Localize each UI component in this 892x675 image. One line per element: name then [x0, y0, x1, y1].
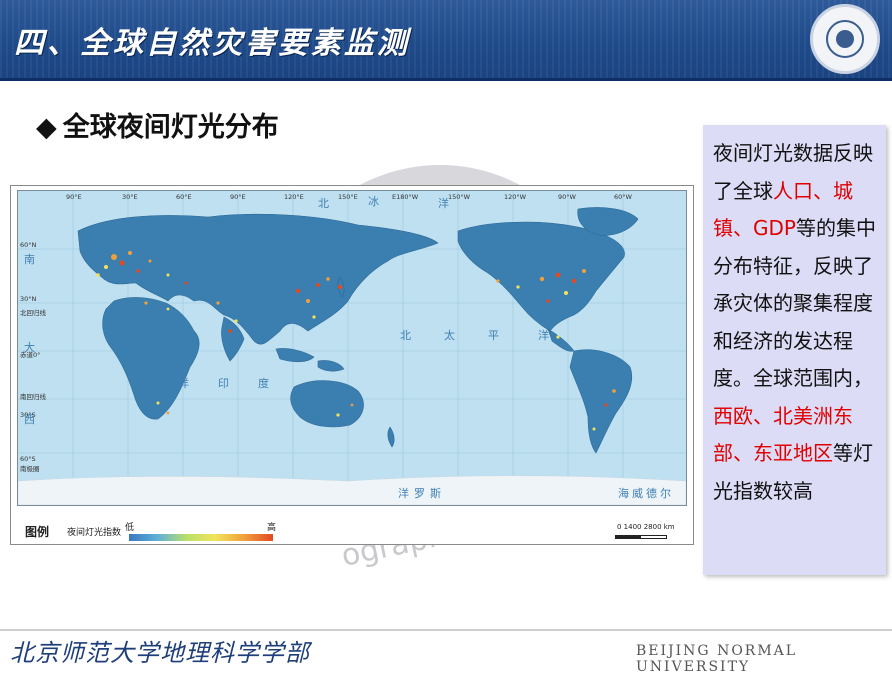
desc-seg-3-highlight: 西欧、北美洲东部、东亚地区 [713, 403, 853, 466]
description-textbox: 夜间灯光数据反映了全球人口、城镇、GDP等的集中分布特征，反映了承灾体的聚集程度… [703, 125, 886, 575]
top-tick-7: 150°W [448, 193, 471, 201]
ocean-label-weddell-1: 海 [618, 486, 629, 500]
legend-color-ramp [129, 534, 273, 541]
ocean-label-arctic-1: 北 [318, 197, 329, 210]
ocean-label-indian-2: 印 [218, 377, 229, 390]
left-tick-4: 南回归线 [20, 392, 47, 401]
ocean-label-pacific-3: 平 [488, 329, 499, 342]
top-tick-3: 90°E [230, 193, 246, 201]
left-tick-1: 30°N [20, 295, 37, 303]
left-tick-0: 60°N [20, 241, 37, 249]
ocean-label-arctic-2: 冰 [368, 195, 379, 208]
scale-bar [615, 535, 667, 539]
ocean-label-pacific-1: 北 [400, 329, 411, 342]
legend-high-label: 高 [267, 523, 277, 533]
footer-faculty-name: 北京师范大学地理科学学部 [10, 639, 310, 667]
top-tick-4: 120°E [284, 193, 304, 201]
ocean-label-indian-1: 洋 [178, 376, 189, 390]
ocean-label-indian-3: 度 [258, 376, 269, 390]
top-tick-2: 60°E [176, 193, 192, 201]
legend-name: 夜间灯光指数 [67, 528, 122, 538]
footer-divider [0, 629, 892, 631]
left-tick-7: 南极圈 [20, 464, 40, 473]
top-tick-6: E180°W [392, 193, 419, 201]
seal-core [836, 30, 854, 48]
top-tick-0: 90°E [66, 193, 82, 201]
ocean-label-atlantic-1: 南 [24, 253, 35, 266]
ocean-label-weddell-2: 威 [632, 487, 643, 500]
ocean-label-pacific-4: 洋 [538, 328, 549, 342]
legend-low-label: 低 [125, 523, 135, 533]
ocean-label-ross-1: 洋 [398, 486, 409, 500]
legend-title: 图例 [25, 525, 50, 539]
map-canvas: 北 冰 洋 北 太 平 洋 南 大 西 洋 印 度 洋 罗 斯 海 威 德 尔 [17, 190, 687, 506]
scale-bar-label: 0 1400 2800 km [617, 523, 675, 531]
subtitle-text: 全球夜间灯光分布 [62, 112, 279, 143]
left-tick-5: 30°S [20, 411, 36, 419]
seal-inner-ring [826, 20, 864, 58]
left-tick-6: 60°S [20, 455, 36, 463]
diamond-bullet-icon: ◆ [36, 112, 57, 143]
ocean-label-weddell-4: 尔 [660, 487, 671, 500]
left-tick-3: 赤道0° [20, 350, 40, 359]
ocean-label-weddell-3: 德 [646, 486, 657, 500]
world-night-light-map: 北 冰 洋 北 太 平 洋 南 大 西 洋 印 度 洋 罗 斯 海 威 德 尔 [10, 185, 694, 545]
desc-seg-2: 等的集中分布特征，反映了承灾体的聚集程度和经济的发达程度。全球范围内， [713, 216, 876, 390]
header-banner: 四、全球自然灾害要素监测 [0, 0, 892, 81]
top-tick-8: 120°W [504, 193, 527, 201]
description-paragraph: 夜间灯光数据反映了全球人口、城镇、GDP等的集中分布特征，反映了承灾体的聚集程度… [713, 135, 878, 510]
section-subtitle: ◆ 全球夜间灯光分布 [36, 105, 279, 144]
left-tick-2: 北回归线 [20, 308, 47, 317]
top-tick-5: 150°E [338, 193, 358, 201]
ocean-label-ross-3: 斯 [430, 487, 441, 500]
ocean-label-ross-2: 罗 [414, 487, 425, 500]
ocean-label-pacific-2: 太 [444, 329, 455, 342]
top-tick-1: 30°E [122, 193, 138, 201]
top-tick-9: 90°W [558, 193, 577, 201]
top-tick-10: 60°W [614, 193, 633, 201]
map-svg: 北 冰 洋 北 太 平 洋 南 大 西 洋 印 度 洋 罗 斯 海 威 德 尔 [18, 191, 686, 505]
university-seal-logo [810, 4, 880, 74]
slide-title: 四、全球自然灾害要素监测 [14, 26, 410, 61]
footer-university-name: BEIJING NORMAL UNIVERSITY [636, 643, 798, 675]
